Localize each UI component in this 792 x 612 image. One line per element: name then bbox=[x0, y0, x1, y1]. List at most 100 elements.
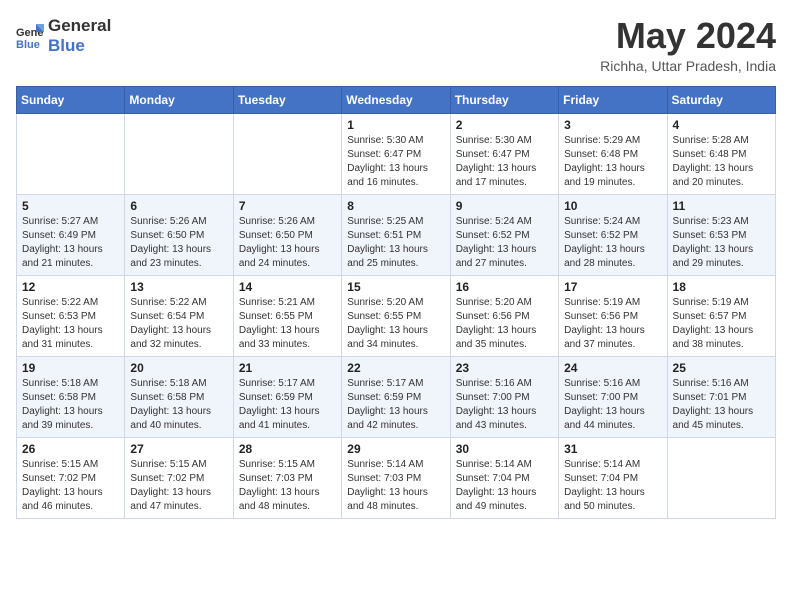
day-number: 2 bbox=[456, 118, 553, 132]
calendar-table: SundayMondayTuesdayWednesdayThursdayFrid… bbox=[16, 86, 776, 519]
calendar-cell bbox=[125, 113, 233, 194]
calendar-cell: 7Sunrise: 5:26 AM Sunset: 6:50 PM Daylig… bbox=[233, 194, 341, 275]
weekday-header-monday: Monday bbox=[125, 86, 233, 113]
day-number: 9 bbox=[456, 199, 553, 213]
calendar-cell: 19Sunrise: 5:18 AM Sunset: 6:58 PM Dayli… bbox=[17, 356, 125, 437]
day-number: 16 bbox=[456, 280, 553, 294]
day-info: Sunrise: 5:29 AM Sunset: 6:48 PM Dayligh… bbox=[564, 134, 661, 190]
logo: General Blue General Blue bbox=[16, 16, 111, 57]
day-info: Sunrise: 5:23 AM Sunset: 6:53 PM Dayligh… bbox=[673, 215, 770, 271]
day-number: 23 bbox=[456, 361, 553, 375]
weekday-header-row: SundayMondayTuesdayWednesdayThursdayFrid… bbox=[17, 86, 776, 113]
calendar-cell: 4 Sunrise: 5:28 AM Sunset: 6:48 PM Daylig… bbox=[667, 113, 775, 194]
day-number: 27 bbox=[130, 442, 227, 456]
day-info: Sunrise: 5:26 AM Sunset: 6:50 PM Dayligh… bbox=[239, 215, 336, 271]
calendar-cell: 29Sunrise: 5:14 AM Sunset: 7:03 PM Dayli… bbox=[342, 437, 450, 518]
calendar-cell: 2Sunrise: 5:30 AM Sunset: 6:47 PM Daylig… bbox=[450, 113, 558, 194]
calendar-cell: 3 Sunrise: 5:29 AM Sunset: 6:48 PM Daylig… bbox=[559, 113, 667, 194]
day-info: Sunrise: 5:15 AM Sunset: 7:03 PM Dayligh… bbox=[239, 458, 336, 514]
calendar-cell: 21 Sunrise: 5:17 AM Sunset: 6:59 PM Dayli… bbox=[233, 356, 341, 437]
location-subtitle: Richha, Uttar Pradesh, India bbox=[600, 58, 776, 74]
calendar-cell: 9 Sunrise: 5:24 AM Sunset: 6:52 PM Daylig… bbox=[450, 194, 558, 275]
day-info: Sunrise: 5:16 AM Sunset: 7:01 PM Dayligh… bbox=[673, 377, 770, 433]
day-number: 30 bbox=[456, 442, 553, 456]
calendar-cell: 18Sunrise: 5:19 AM Sunset: 6:57 PM Dayli… bbox=[667, 275, 775, 356]
day-number: 21 bbox=[239, 361, 336, 375]
calendar-cell: 10 Sunrise: 5:24 AM Sunset: 6:52 PM Dayli… bbox=[559, 194, 667, 275]
day-number: 15 bbox=[347, 280, 444, 294]
day-number: 18 bbox=[673, 280, 770, 294]
day-info: Sunrise: 5:25 AM Sunset: 6:51 PM Dayligh… bbox=[347, 215, 444, 271]
day-number: 8 bbox=[347, 199, 444, 213]
day-info: Sunrise: 5:16 AM Sunset: 7:00 PM Dayligh… bbox=[564, 377, 661, 433]
page-header: General Blue General Blue May 2024 Richh… bbox=[16, 16, 776, 74]
calendar-week-row: 19 Sunrise: 5:18 AM Sunset: 6:58 PM Dayli… bbox=[17, 356, 776, 437]
calendar-cell bbox=[667, 437, 775, 518]
day-number: 1 bbox=[347, 118, 444, 132]
day-number: 14 bbox=[239, 280, 336, 294]
day-number: 4 bbox=[673, 118, 770, 132]
day-info: Sunrise: 5:15 AM Sunset: 7:02 PM Dayligh… bbox=[22, 458, 119, 514]
day-number: 26 bbox=[22, 442, 119, 456]
day-number: 22 bbox=[347, 361, 444, 375]
calendar-cell: 16Sunrise: 5:20 AM Sunset: 6:56 PM Dayli… bbox=[450, 275, 558, 356]
calendar-cell: 23 Sunrise: 5:16 AM Sunset: 7:00 PM Dayli… bbox=[450, 356, 558, 437]
calendar-cell: 20Sunrise: 5:18 AM Sunset: 6:58 PM Dayli… bbox=[125, 356, 233, 437]
weekday-header-wednesday: Wednesday bbox=[342, 86, 450, 113]
day-number: 31 bbox=[564, 442, 661, 456]
day-info: Sunrise: 5:19 AM Sunset: 6:56 PM Dayligh… bbox=[564, 296, 661, 352]
calendar-cell: 28 Sunrise: 5:15 AM Sunset: 7:03 PM Dayli… bbox=[233, 437, 341, 518]
day-info: Sunrise: 5:24 AM Sunset: 6:52 PM Dayligh… bbox=[456, 215, 553, 271]
weekday-header-thursday: Thursday bbox=[450, 86, 558, 113]
day-info: Sunrise: 5:20 AM Sunset: 6:55 PM Dayligh… bbox=[347, 296, 444, 352]
day-info: Sunrise: 5:24 AM Sunset: 6:52 PM Dayligh… bbox=[564, 215, 661, 271]
day-info: Sunrise: 5:17 AM Sunset: 6:59 PM Dayligh… bbox=[239, 377, 336, 433]
day-info: Sunrise: 5:16 AM Sunset: 7:00 PM Dayligh… bbox=[456, 377, 553, 433]
day-number: 24 bbox=[564, 361, 661, 375]
day-number: 17 bbox=[564, 280, 661, 294]
day-info: Sunrise: 5:28 AM Sunset: 6:48 PM Dayligh… bbox=[673, 134, 770, 190]
day-number: 13 bbox=[130, 280, 227, 294]
day-number: 10 bbox=[564, 199, 661, 213]
calendar-cell: 22 Sunrise: 5:17 AM Sunset: 6:59 PM Dayli… bbox=[342, 356, 450, 437]
calendar-cell: 5Sunrise: 5:27 AM Sunset: 6:49 PM Daylig… bbox=[17, 194, 125, 275]
calendar-cell: 1 Sunrise: 5:30 AM Sunset: 6:47 PM Daylig… bbox=[342, 113, 450, 194]
calendar-cell bbox=[17, 113, 125, 194]
day-number: 28 bbox=[239, 442, 336, 456]
day-info: Sunrise: 5:15 AM Sunset: 7:02 PM Dayligh… bbox=[130, 458, 227, 514]
logo-blue-text: Blue bbox=[48, 36, 111, 56]
day-info: Sunrise: 5:21 AM Sunset: 6:55 PM Dayligh… bbox=[239, 296, 336, 352]
calendar-cell: 17 Sunrise: 5:19 AM Sunset: 6:56 PM Dayli… bbox=[559, 275, 667, 356]
calendar-cell: 15 Sunrise: 5:20 AM Sunset: 6:55 PM Dayli… bbox=[342, 275, 450, 356]
calendar-cell: 25 Sunrise: 5:16 AM Sunset: 7:01 PM Dayli… bbox=[667, 356, 775, 437]
calendar-cell: 26 Sunrise: 5:15 AM Sunset: 7:02 PM Dayli… bbox=[17, 437, 125, 518]
day-info: Sunrise: 5:14 AM Sunset: 7:04 PM Dayligh… bbox=[456, 458, 553, 514]
calendar-week-row: 26 Sunrise: 5:15 AM Sunset: 7:02 PM Dayli… bbox=[17, 437, 776, 518]
logo-general-text: General bbox=[48, 16, 111, 36]
calendar-cell: 8 Sunrise: 5:25 AM Sunset: 6:51 PM Daylig… bbox=[342, 194, 450, 275]
day-info: Sunrise: 5:27 AM Sunset: 6:49 PM Dayligh… bbox=[22, 215, 119, 271]
weekday-header-tuesday: Tuesday bbox=[233, 86, 341, 113]
day-number: 3 bbox=[564, 118, 661, 132]
day-number: 19 bbox=[22, 361, 119, 375]
day-info: Sunrise: 5:14 AM Sunset: 7:04 PM Dayligh… bbox=[564, 458, 661, 514]
weekday-header-sunday: Sunday bbox=[17, 86, 125, 113]
day-info: Sunrise: 5:26 AM Sunset: 6:50 PM Dayligh… bbox=[130, 215, 227, 271]
calendar-week-row: 1 Sunrise: 5:30 AM Sunset: 6:47 PM Daylig… bbox=[17, 113, 776, 194]
calendar-cell: 11 Sunrise: 5:23 AM Sunset: 6:53 PM Dayli… bbox=[667, 194, 775, 275]
svg-text:Blue: Blue bbox=[16, 39, 40, 50]
day-info: Sunrise: 5:22 AM Sunset: 6:53 PM Dayligh… bbox=[22, 296, 119, 352]
month-year-title: May 2024 bbox=[600, 16, 776, 56]
calendar-cell: 14 Sunrise: 5:21 AM Sunset: 6:55 PM Dayli… bbox=[233, 275, 341, 356]
day-number: 11 bbox=[673, 199, 770, 213]
day-info: Sunrise: 5:17 AM Sunset: 6:59 PM Dayligh… bbox=[347, 377, 444, 433]
calendar-cell: 12Sunrise: 5:22 AM Sunset: 6:53 PM Dayli… bbox=[17, 275, 125, 356]
logo-icon: General Blue bbox=[16, 22, 44, 50]
calendar-week-row: 12Sunrise: 5:22 AM Sunset: 6:53 PM Dayli… bbox=[17, 275, 776, 356]
weekday-header-saturday: Saturday bbox=[667, 86, 775, 113]
day-info: Sunrise: 5:30 AM Sunset: 6:47 PM Dayligh… bbox=[347, 134, 444, 190]
day-number: 25 bbox=[673, 361, 770, 375]
day-info: Sunrise: 5:18 AM Sunset: 6:58 PM Dayligh… bbox=[130, 377, 227, 433]
calendar-cell: 31 Sunrise: 5:14 AM Sunset: 7:04 PM Dayli… bbox=[559, 437, 667, 518]
calendar-cell: 6Sunrise: 5:26 AM Sunset: 6:50 PM Daylig… bbox=[125, 194, 233, 275]
